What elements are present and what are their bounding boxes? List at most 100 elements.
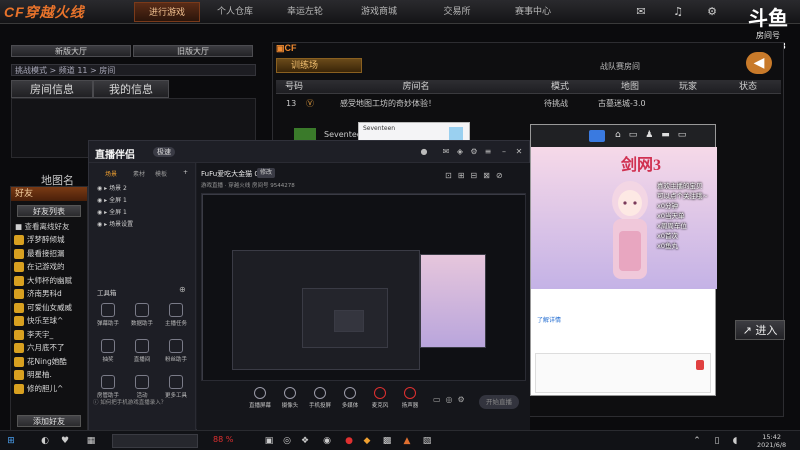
list-item[interactable]: 济南男科d (11, 287, 87, 301)
admin-icon (101, 375, 115, 389)
learn-more-link[interactable]: 了解详情 (537, 315, 561, 324)
avatar (14, 235, 24, 245)
scene-item[interactable]: ◉ ▸ 全屏 1 (97, 207, 127, 216)
message-icon[interactable]: ✉ (633, 4, 649, 20)
tab-scene[interactable]: 场景 (105, 169, 117, 178)
room-list-logo: ▣CF (276, 43, 297, 53)
tool-fans[interactable]: 粉丝助手 (161, 339, 191, 363)
add-friend-button[interactable]: 添加好友 (17, 415, 81, 427)
table-row[interactable]: 13 Ⓥ 感受地图工坊的奇妙体验！ 待挑战 古墓迷城-3.0 (276, 97, 781, 110)
settings-icon[interactable]: ⚙ (469, 147, 479, 157)
tool-task[interactable]: 主播任务 (161, 303, 191, 327)
tool-data[interactable]: 数据助手 (127, 303, 157, 327)
taskbar-app-icon[interactable]: ▲ (400, 434, 414, 448)
skin-icon[interactable]: ◈ (455, 147, 465, 157)
taskbar-app-icon[interactable]: ◆ (360, 434, 374, 448)
browser-nav-icons[interactable]: ⌂▭♟▬▭ (615, 130, 694, 140)
list-item[interactable]: 浮梦醉倾城 (11, 233, 87, 247)
list-item[interactable]: 六月底不了 (11, 341, 87, 355)
bell-icon[interactable]: ♫ (670, 4, 686, 20)
list-item[interactable]: 可爱仙女威威 (11, 301, 87, 315)
taskbar-app-icon[interactable]: ▣ (262, 434, 276, 448)
taskbar-app-icon[interactable]: ▦ (84, 434, 98, 448)
taskbar-app-icon[interactable]: ❖ (298, 434, 312, 448)
tray-icons[interactable]: ⌃ (690, 434, 704, 448)
tab-room-info[interactable]: 房间信息 (11, 80, 93, 98)
nav-tab-events[interactable]: 赛事中心 (500, 2, 566, 22)
enter-room-button[interactable]: ↗ 进入 (735, 320, 785, 340)
tab-material[interactable]: 素材 (133, 169, 145, 178)
volume-icon[interactable]: ◖ (728, 434, 742, 448)
close-icon[interactable]: ✕ (514, 147, 524, 157)
minimize-icon[interactable]: – (499, 147, 509, 157)
preview-controls[interactable]: ⊡⊞⊟⊠⊘ (445, 171, 509, 180)
toolbox-more-icon[interactable]: ⊕ (179, 285, 186, 294)
tab-my-info[interactable]: 我的信息 (93, 80, 169, 98)
list-item[interactable]: 最看接招漏 (11, 247, 87, 261)
edit-title-button[interactable]: 修改 (257, 168, 276, 178)
menu-icon[interactable]: ≡ (483, 147, 493, 157)
taskbar-app-icon[interactable]: ♥ (58, 434, 72, 448)
taskbar-search[interactable] (112, 434, 198, 448)
nav-tab-store[interactable]: 游戏商城 (346, 2, 412, 22)
taskbar-app-icon[interactable]: ▩ (380, 434, 394, 448)
show-offline-toggle[interactable]: ■ 查看离线好友 (11, 221, 87, 233)
tool-room[interactable]: 直播间 (127, 339, 157, 363)
browser-tab-icon[interactable] (589, 130, 605, 142)
col-players: 玩家 (678, 82, 697, 92)
show-offline-label: 查看离线好友 (24, 222, 70, 231)
bottom-toolbar: 直播屏幕 摄像头 手机投屏 多媒体 麦克风 扬声器 ▭◎⚙ 开始直播 (197, 385, 530, 431)
game-ad-banner[interactable]: 剑网3 喜欢主播的宝贝 可以点个关注哦~ x0分钟 x0当天单 x周周车位 x0… (531, 147, 717, 289)
nav-tab-exchange[interactable]: 交易所 (424, 2, 490, 22)
list-item[interactable]: 明星柚. (11, 368, 87, 382)
team-war-rooms-label[interactable]: 战队赛房间 (600, 61, 640, 72)
list-item[interactable]: 李天宇_ (11, 328, 87, 342)
avatar-icon[interactable]: ● (419, 147, 429, 157)
new-lobby-button[interactable]: 新版大厅 (11, 45, 131, 57)
taskbar-app-icon[interactable]: ▧ (420, 434, 434, 448)
nav-tab-inventory[interactable]: 个人仓库 (202, 2, 268, 22)
clock[interactable]: 15:42 2021/6/8 (757, 433, 786, 449)
list-item[interactable]: 快乐至球^ (11, 314, 87, 328)
microphone-icon[interactable] (696, 360, 704, 370)
col-room-name: 房间名 (402, 82, 430, 92)
training-room-tab[interactable]: 训练场 (276, 58, 362, 73)
list-item[interactable]: 大师杯的幽赋 (11, 274, 87, 288)
mail-icon[interactable]: ✉ (441, 147, 451, 157)
list-item[interactable]: 修的胆儿^ (11, 382, 87, 396)
old-lobby-button[interactable]: 旧版大厅 (133, 45, 253, 57)
nav-tab-lucky-revolver[interactable]: 幸运左轮 (272, 2, 338, 22)
tab-template[interactable]: 模板 (155, 169, 167, 178)
chat-input[interactable] (535, 353, 711, 393)
list-item[interactable]: 花Ning她酷 (11, 355, 87, 369)
taskbar-app-icon[interactable]: ◉ (320, 434, 334, 448)
tool-lottery[interactable]: 抽奖 (93, 339, 123, 363)
scene-item[interactable]: ◉ ▸ 场景设置 (97, 219, 133, 228)
avatar (14, 289, 24, 299)
taskbar-app-icon[interactable]: ● (342, 434, 356, 448)
room-number-label: 房间号 (756, 31, 780, 40)
back-arrow-icon[interactable]: ◀ (746, 52, 772, 74)
list-item[interactable]: 在记游戏的 (11, 260, 87, 274)
clock-date: 2021/6/8 (757, 441, 787, 449)
add-icon[interactable]: + (183, 169, 188, 176)
help-tip[interactable]: ⓘ 如何把手机游戏直播录入？ (93, 398, 166, 406)
stream-title: FuFu爱吃大金猫 0.0 (201, 170, 266, 178)
tool-danmaku[interactable]: 弹幕助手 (93, 303, 123, 327)
app-badge[interactable]: 极速 (153, 147, 175, 157)
windows-start-icon[interactable]: ⊞ (4, 434, 18, 448)
friends-list-tab[interactable]: 好友列表 (17, 205, 81, 217)
scene-item[interactable]: ◉ ▸ 全屏 1 (97, 195, 127, 204)
lottery-icon (101, 339, 115, 353)
taskbar-app-icon[interactable]: ◐ (38, 434, 52, 448)
anime-avatar-image (612, 181, 648, 279)
nav-tab-play[interactable]: 进行游戏 (134, 2, 200, 22)
scene-item[interactable]: ◉ ▸ 场景 2 (97, 183, 127, 192)
network-icon[interactable]: ▯ (710, 434, 724, 448)
settings-icon[interactable]: ⚙ (704, 4, 720, 20)
taskbar-app-icon[interactable]: ◎ (280, 434, 294, 448)
friend-name: 在记游戏的 (27, 262, 65, 271)
popup-ok-button[interactable] (449, 127, 463, 141)
room-table-header: 号码 房间名 模式 地图 玩家 状态 (276, 80, 781, 94)
stream-preview[interactable] (201, 193, 526, 381)
